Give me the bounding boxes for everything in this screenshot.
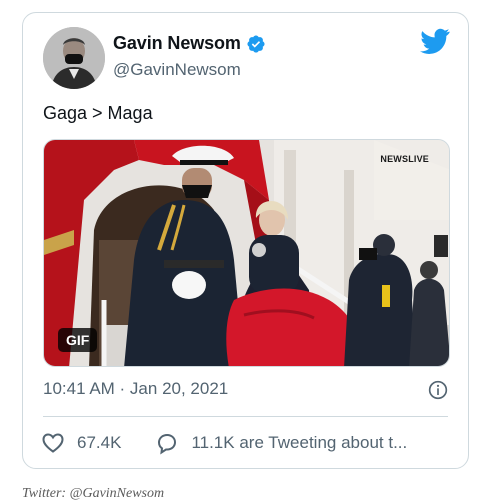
display-name[interactable]: Gavin Newsom <box>113 33 241 54</box>
tweet-media-gif[interactable]: NEWSLIVE GIF <box>43 139 450 367</box>
heart-icon <box>42 433 64 453</box>
twitter-bird-icon[interactable] <box>420 28 450 54</box>
image-caption: Twitter: @GavinNewsom <box>22 486 165 500</box>
info-icon[interactable] <box>428 380 448 400</box>
reply-bubble-icon <box>158 433 177 455</box>
like-button[interactable]: 67.4K <box>41 431 121 455</box>
tweet-text: Gaga > Maga <box>43 103 153 123</box>
avatar[interactable] <box>43 27 105 89</box>
tweet-actions: 67.4K 11.1K are Tweeting about t... <box>41 431 407 455</box>
verified-badge-icon <box>247 34 265 53</box>
tweeting-about-text: 11.1K are Tweeting about t... <box>191 433 408 452</box>
user-handle[interactable]: @GavinNewsom <box>113 60 241 80</box>
tweet-card[interactable]: Gavin Newsom @GavinNewsom Gaga > Maga NE… <box>22 12 469 469</box>
tweet-timestamp[interactable]: 10:41 AM · Jan 20, 2021 <box>43 379 228 399</box>
like-count: 67.4K <box>77 433 122 452</box>
divider <box>43 416 448 417</box>
network-logo: NEWSLIVE <box>380 154 429 164</box>
tweeting-about-link[interactable]: 11.1K are Tweeting about t... <box>155 431 407 455</box>
gif-badge: GIF <box>58 328 98 352</box>
media-scene <box>44 140 449 366</box>
